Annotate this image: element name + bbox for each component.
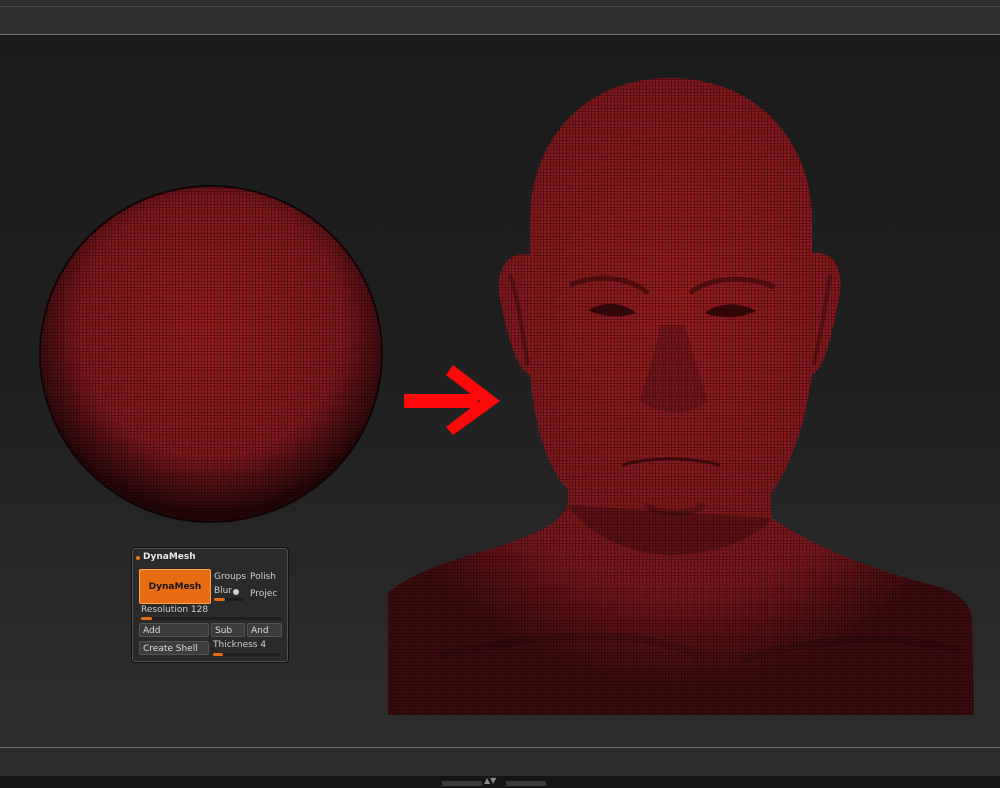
sub-button[interactable]: Sub: [211, 623, 245, 637]
arrow-icon: [404, 365, 500, 435]
bottom-tray-tab-left[interactable]: [442, 781, 482, 786]
thickness-label-text: Thickness: [213, 640, 258, 650]
toolbar-divider: [0, 6, 1000, 7]
thickness-value: 4: [260, 640, 267, 650]
blur-label[interactable]: Blur: [214, 586, 232, 596]
resolution-value: 128: [190, 605, 209, 615]
groups-toggle[interactable]: Groups: [214, 572, 246, 582]
sphere-mesh: [39, 185, 383, 523]
bottom-tray: [0, 776, 1000, 788]
panel-title[interactable]: DynaMesh: [143, 552, 196, 562]
and-button[interactable]: And: [247, 623, 282, 637]
tray-toggle-icon[interactable]: ▲▼: [484, 777, 496, 785]
create-shell-button[interactable]: Create Shell: [139, 641, 209, 655]
blur-slider-fill: [214, 598, 225, 601]
project-toggle[interactable]: Projec: [250, 589, 277, 599]
dynamesh-panel: DynaMesh DynaMesh Groups Polish Blur Pro…: [132, 548, 288, 662]
polish-toggle[interactable]: Polish: [250, 572, 276, 582]
resolution-label[interactable]: Resolution 128: [141, 605, 208, 615]
resolution-slider[interactable]: [141, 617, 281, 620]
resolution-slider-fill: [141, 617, 153, 620]
resolution-label-text: Resolution: [141, 605, 189, 615]
top-toolbar: [0, 0, 1000, 36]
dynamesh-button[interactable]: DynaMesh: [139, 569, 211, 604]
thickness-label[interactable]: Thickness 4: [213, 640, 266, 650]
blur-slider[interactable]: [214, 598, 244, 601]
blur-value-icon[interactable]: [233, 589, 239, 595]
bottom-shelf: ▲▼: [0, 748, 1000, 788]
thickness-slider[interactable]: [213, 653, 281, 656]
add-button[interactable]: Add: [139, 623, 209, 637]
panel-collapse-dot[interactable]: [136, 556, 140, 560]
bottom-tray-tab-right[interactable]: [506, 781, 546, 786]
thickness-slider-fill: [213, 653, 223, 656]
canvas-viewport[interactable]: DynaMesh DynaMesh Groups Polish Blur Pro…: [0, 35, 1000, 747]
